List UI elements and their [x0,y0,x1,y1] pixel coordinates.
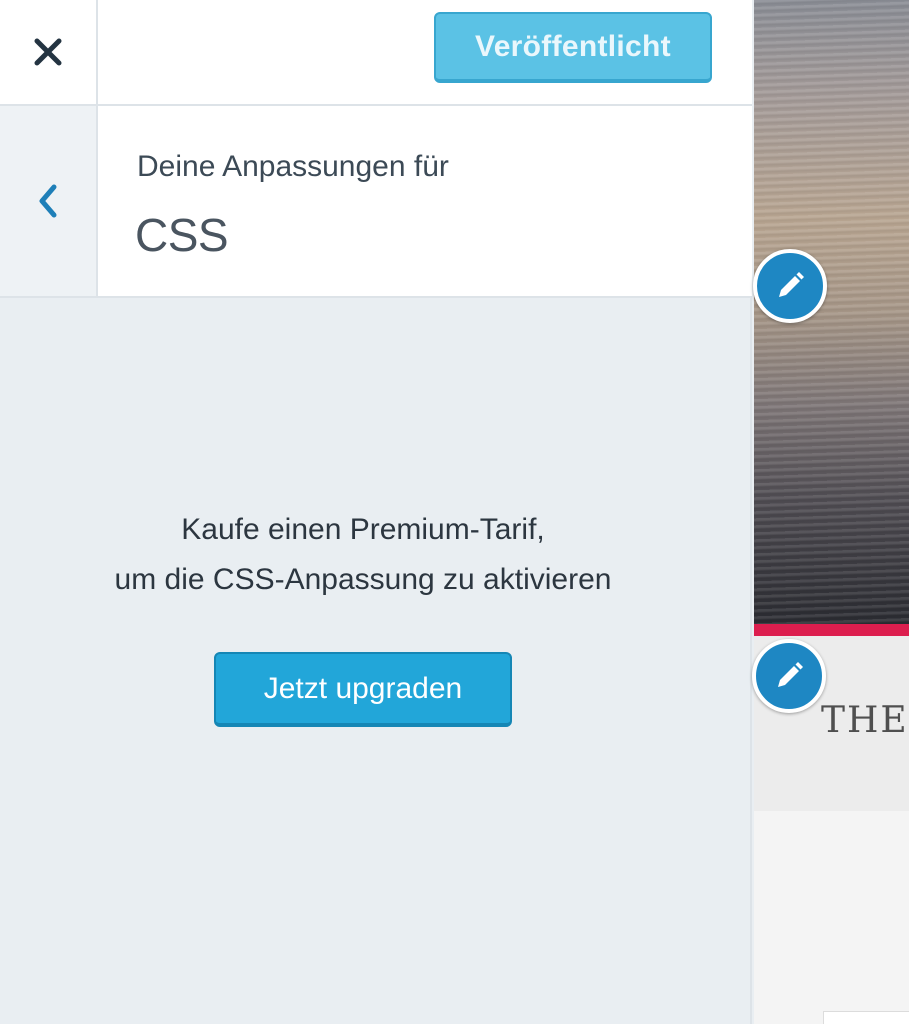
section-title: CSS [135,209,229,261]
preview-card [823,1011,909,1024]
section-subtitle: Deine Anpassungen für [137,150,449,183]
preview-lower-content [754,811,909,1024]
site-preview: THE [754,0,909,1024]
close-button[interactable] [0,0,98,104]
accent-bar [754,624,909,636]
notice-line-2: um die CSS-Anpassung zu aktivieren [114,563,612,596]
section-header: Deine Anpassungen für CSS [0,106,752,298]
customizer-sidebar: Veröffentlicht Deine Anpassungen für CSS… [0,0,752,1024]
chevron-left-icon [39,184,57,218]
pencil-icon [779,272,804,297]
edit-shortcut-button[interactable] [752,639,826,713]
notice-line-1: Kaufe einen Premium-Tarif, [181,513,545,546]
back-button[interactable] [0,106,98,296]
close-icon [34,38,62,66]
upgrade-notice: Kaufe einen Premium-Tarif, um die CSS-An… [0,505,726,605]
site-title-text: THE [821,700,909,741]
pencil-icon [778,662,803,687]
published-button[interactable]: Veröffentlicht [434,12,712,83]
upgrade-button[interactable]: Jetzt upgraden [214,652,512,727]
customizer-header: Veröffentlicht [0,0,752,106]
edit-shortcut-button[interactable] [753,249,827,323]
